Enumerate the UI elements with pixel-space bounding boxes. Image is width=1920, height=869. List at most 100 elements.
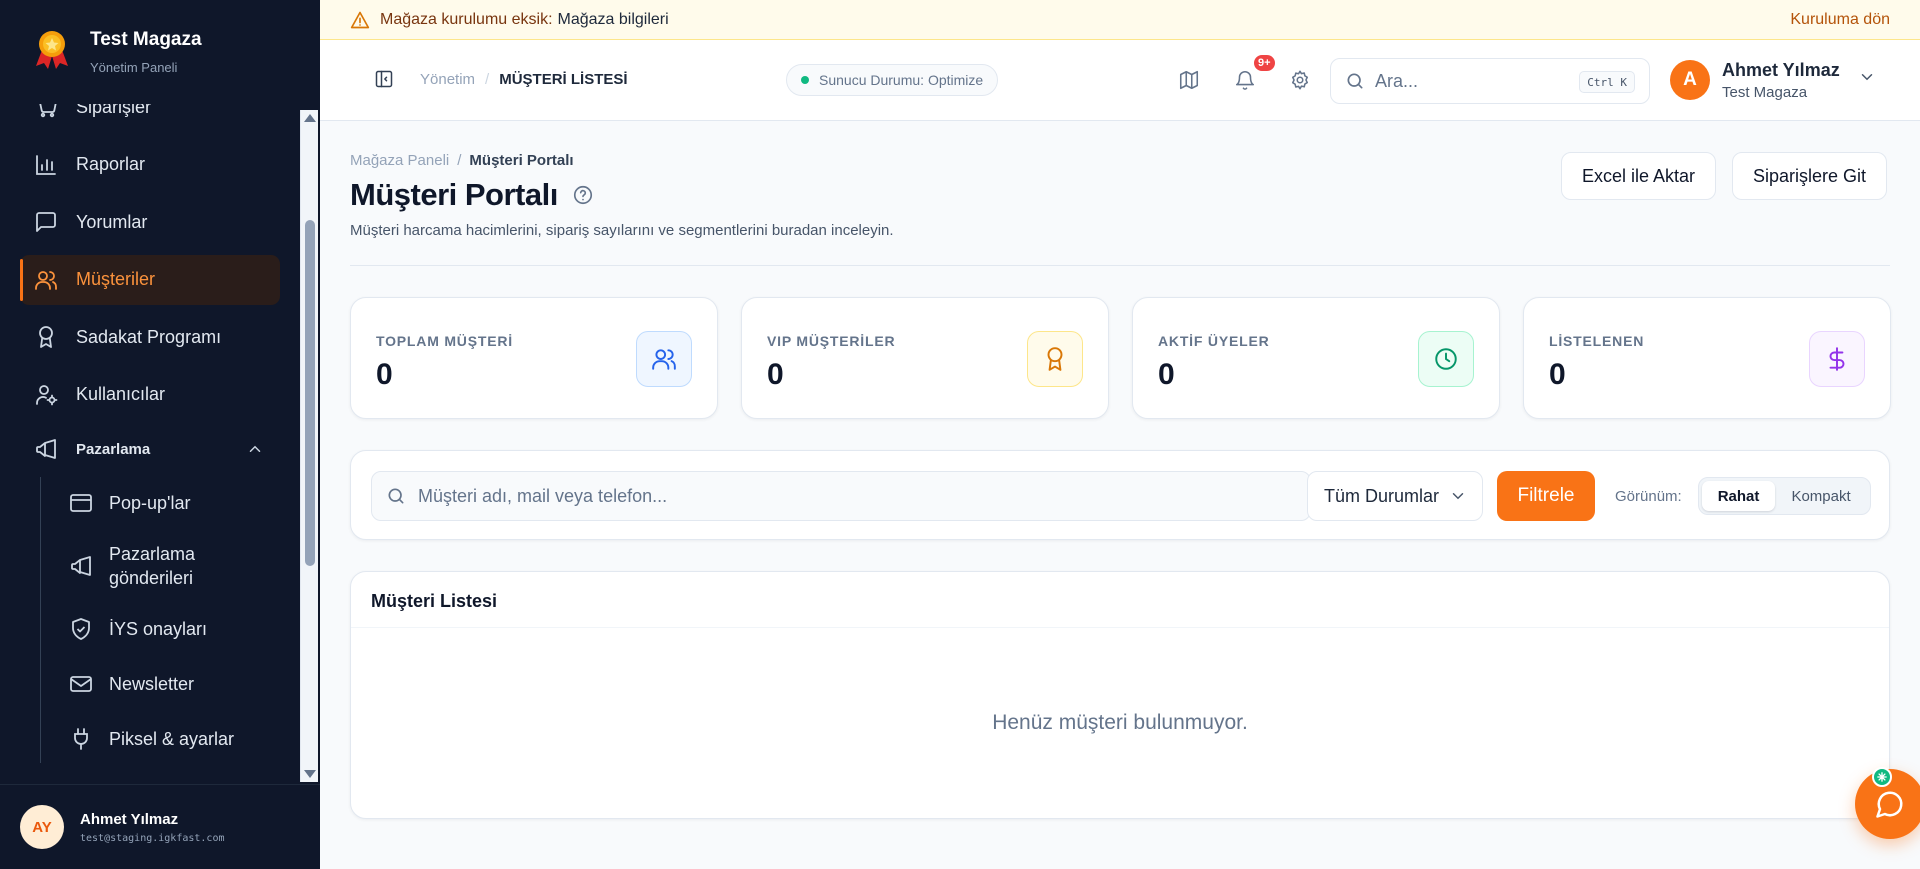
sidebar: Test Magaza Yönetim Paneli Siparişler Ra…	[0, 0, 320, 869]
mail-icon	[69, 672, 93, 696]
breadcrumb: Yönetim / MÜŞTERİ LİSTESİ	[420, 71, 628, 88]
sidebar-item-iys[interactable]: İYS onayları	[51, 605, 280, 653]
filter-button[interactable]: Filtrele	[1497, 471, 1595, 521]
sidebar-group-pazarlama[interactable]: Pazarlama	[20, 427, 280, 471]
chevron-up-icon[interactable]	[246, 440, 264, 458]
sidebar-item-newsletter[interactable]: Newsletter	[51, 660, 280, 708]
global-search[interactable]: Ctrl K	[1330, 58, 1650, 104]
users-icon	[636, 331, 692, 387]
stat-value: 0	[1549, 358, 1566, 391]
dollar-icon	[1809, 331, 1865, 387]
brand[interactable]: Test Magaza Yönetim Paneli	[0, 0, 320, 104]
stat-card-total-customers: TOPLAM MÜŞTERİ 0	[350, 297, 718, 419]
sidebar-item-musteriler[interactable]: Müşteriler	[20, 254, 280, 305]
sidebar-subnav-pazarlama: Pop-up'lar Pazarlama gönderileri İYS ona…	[40, 477, 300, 763]
header-divider	[350, 265, 1890, 266]
status-dot	[801, 76, 809, 84]
customer-list-panel: Müşteri Listesi Henüz müşteri bulunmuyor…	[350, 571, 1890, 819]
shopping-cart-icon	[34, 104, 58, 119]
scrollbar-thumb[interactable]	[305, 220, 315, 566]
stat-card-vip-customers: VIP MÜŞTERİLER 0	[741, 297, 1109, 419]
chat-status-dot	[1872, 767, 1892, 787]
status-filter-value: Tüm Durumlar	[1324, 485, 1440, 506]
avatar: A	[1670, 60, 1710, 100]
users-icon	[34, 268, 58, 292]
brand-name: Test Magaza	[90, 29, 202, 50]
megaphone-icon	[69, 554, 93, 578]
sidebar-item-pazarlama-gonderileri[interactable]: Pazarlama gönderileri	[51, 534, 280, 598]
map-icon[interactable]	[1178, 69, 1200, 91]
sidebar-item-label: Kullanıcılar	[76, 384, 166, 404]
sidebar-item-label: Müşteriler	[76, 269, 156, 289]
sidebar-item-label: Yorumlar	[76, 211, 148, 232]
bar-chart-icon	[34, 153, 58, 177]
export-excel-button[interactable]: Excel ile Aktar	[1561, 152, 1717, 200]
server-status-text: Sunucu Durumu: Optimize	[819, 72, 984, 88]
megaphone-icon	[34, 437, 58, 461]
view-mode-toggle: Rahat Kompakt	[1698, 477, 1871, 515]
sidebar-item-label: Pop-up'lar	[109, 492, 191, 513]
breadcrumb-current: MÜŞTERİ LİSTESİ	[499, 71, 628, 88]
help-circle-icon[interactable]	[572, 184, 594, 206]
user-menu[interactable]: A Ahmet Yılmaz Test Magaza	[1670, 55, 1876, 105]
warning-triangle-icon	[350, 10, 370, 30]
award-icon	[1027, 331, 1083, 387]
top-header: Yönetim / MÜŞTERİ LİSTESİ Sunucu Durumu:…	[320, 40, 1920, 121]
stat-label: AKTİF ÜYELER	[1158, 333, 1270, 349]
chevron-down-icon[interactable]	[1858, 68, 1876, 86]
avatar: AY	[20, 805, 64, 849]
scroll-down-arrow-icon[interactable]	[304, 770, 316, 778]
back-to-setup-link[interactable]: Kuruluma dön	[1790, 11, 1890, 29]
sidebar-scrollbar[interactable]	[300, 110, 318, 782]
plug-icon	[69, 727, 93, 751]
sidebar-group-label: Pazarlama	[76, 440, 151, 458]
customer-search[interactable]	[371, 471, 1311, 521]
notification-count-badge: 9+	[1252, 53, 1277, 73]
sidebar-toggle-icon[interactable]	[374, 69, 394, 89]
stat-value: 0	[1158, 358, 1175, 391]
bell-icon[interactable]	[1234, 69, 1256, 91]
shield-check-icon	[69, 617, 93, 641]
sidebar-item-piksel[interactable]: Piksel & ayarlar	[51, 715, 280, 763]
breadcrumb-item[interactable]: Mağaza Paneli	[350, 152, 449, 169]
stat-label: TOPLAM MÜŞTERİ	[376, 333, 513, 349]
filter-bar: Tüm Durumlar Filtrele Görünüm: Rahat Kom…	[350, 450, 1890, 540]
breadcrumb-separator: /	[485, 71, 490, 88]
sidebar-item-label: İYS onayları	[109, 618, 208, 639]
sparkle-icon	[1877, 772, 1887, 782]
view-mode-compact[interactable]: Kompakt	[1775, 481, 1867, 511]
breadcrumb-item[interactable]: Yönetim	[420, 71, 475, 88]
sidebar-item-raporlar[interactable]: Raporlar	[20, 140, 280, 190]
customer-search-input[interactable]	[418, 485, 1278, 507]
view-mode-comfortable[interactable]: Rahat	[1702, 481, 1776, 511]
breadcrumb-separator: /	[457, 152, 462, 169]
stat-label: VIP MÜŞTERİLER	[767, 333, 896, 349]
sidebar-item-sadakat[interactable]: Sadakat Programı	[20, 312, 280, 362]
global-search-input[interactable]	[1375, 70, 1565, 92]
go-to-orders-button[interactable]: Siparişlere Git	[1732, 152, 1888, 200]
sidebar-item-kullanicilar[interactable]: Kullanıcılar	[20, 370, 280, 420]
stat-value: 0	[376, 358, 393, 391]
stat-card-listed: LİSTELENEN 0	[1523, 297, 1891, 419]
sidebar-item-yorumlar[interactable]: Yorumlar	[20, 197, 280, 247]
sidebar-user-email: test@staging.igkfast.com	[80, 832, 225, 844]
scroll-up-arrow-icon[interactable]	[304, 114, 316, 122]
empty-state-message: Henüz müşteri bulunmuyor.	[992, 711, 1248, 734]
search-icon	[386, 486, 406, 506]
medal-logo-icon	[30, 26, 74, 70]
sidebar-item-label: Siparişler	[76, 104, 152, 117]
search-shortcut-hint: Ctrl K	[1579, 71, 1635, 93]
browser-window-icon	[69, 491, 93, 515]
gear-icon[interactable]	[1289, 69, 1311, 91]
page-title-text: Müşteri Portalı	[350, 177, 558, 212]
banner-highlight: Mağaza bilgileri	[557, 10, 669, 28]
sidebar-item-siparisler[interactable]: Siparişler	[20, 104, 280, 132]
status-filter-select[interactable]: Tüm Durumlar	[1307, 471, 1483, 521]
page-title: Müşteri Portalı	[350, 177, 594, 213]
customer-list-title: Müşteri Listesi	[371, 591, 498, 611]
brand-subtitle: Yönetim Paneli	[90, 60, 178, 75]
sidebar-user[interactable]: AY Ahmet Yılmaz test@staging.igkfast.com	[0, 784, 320, 869]
sidebar-item-label: Raporlar	[76, 154, 146, 174]
sidebar-item-popups[interactable]: Pop-up'lar	[51, 479, 280, 527]
search-icon	[1345, 71, 1365, 91]
